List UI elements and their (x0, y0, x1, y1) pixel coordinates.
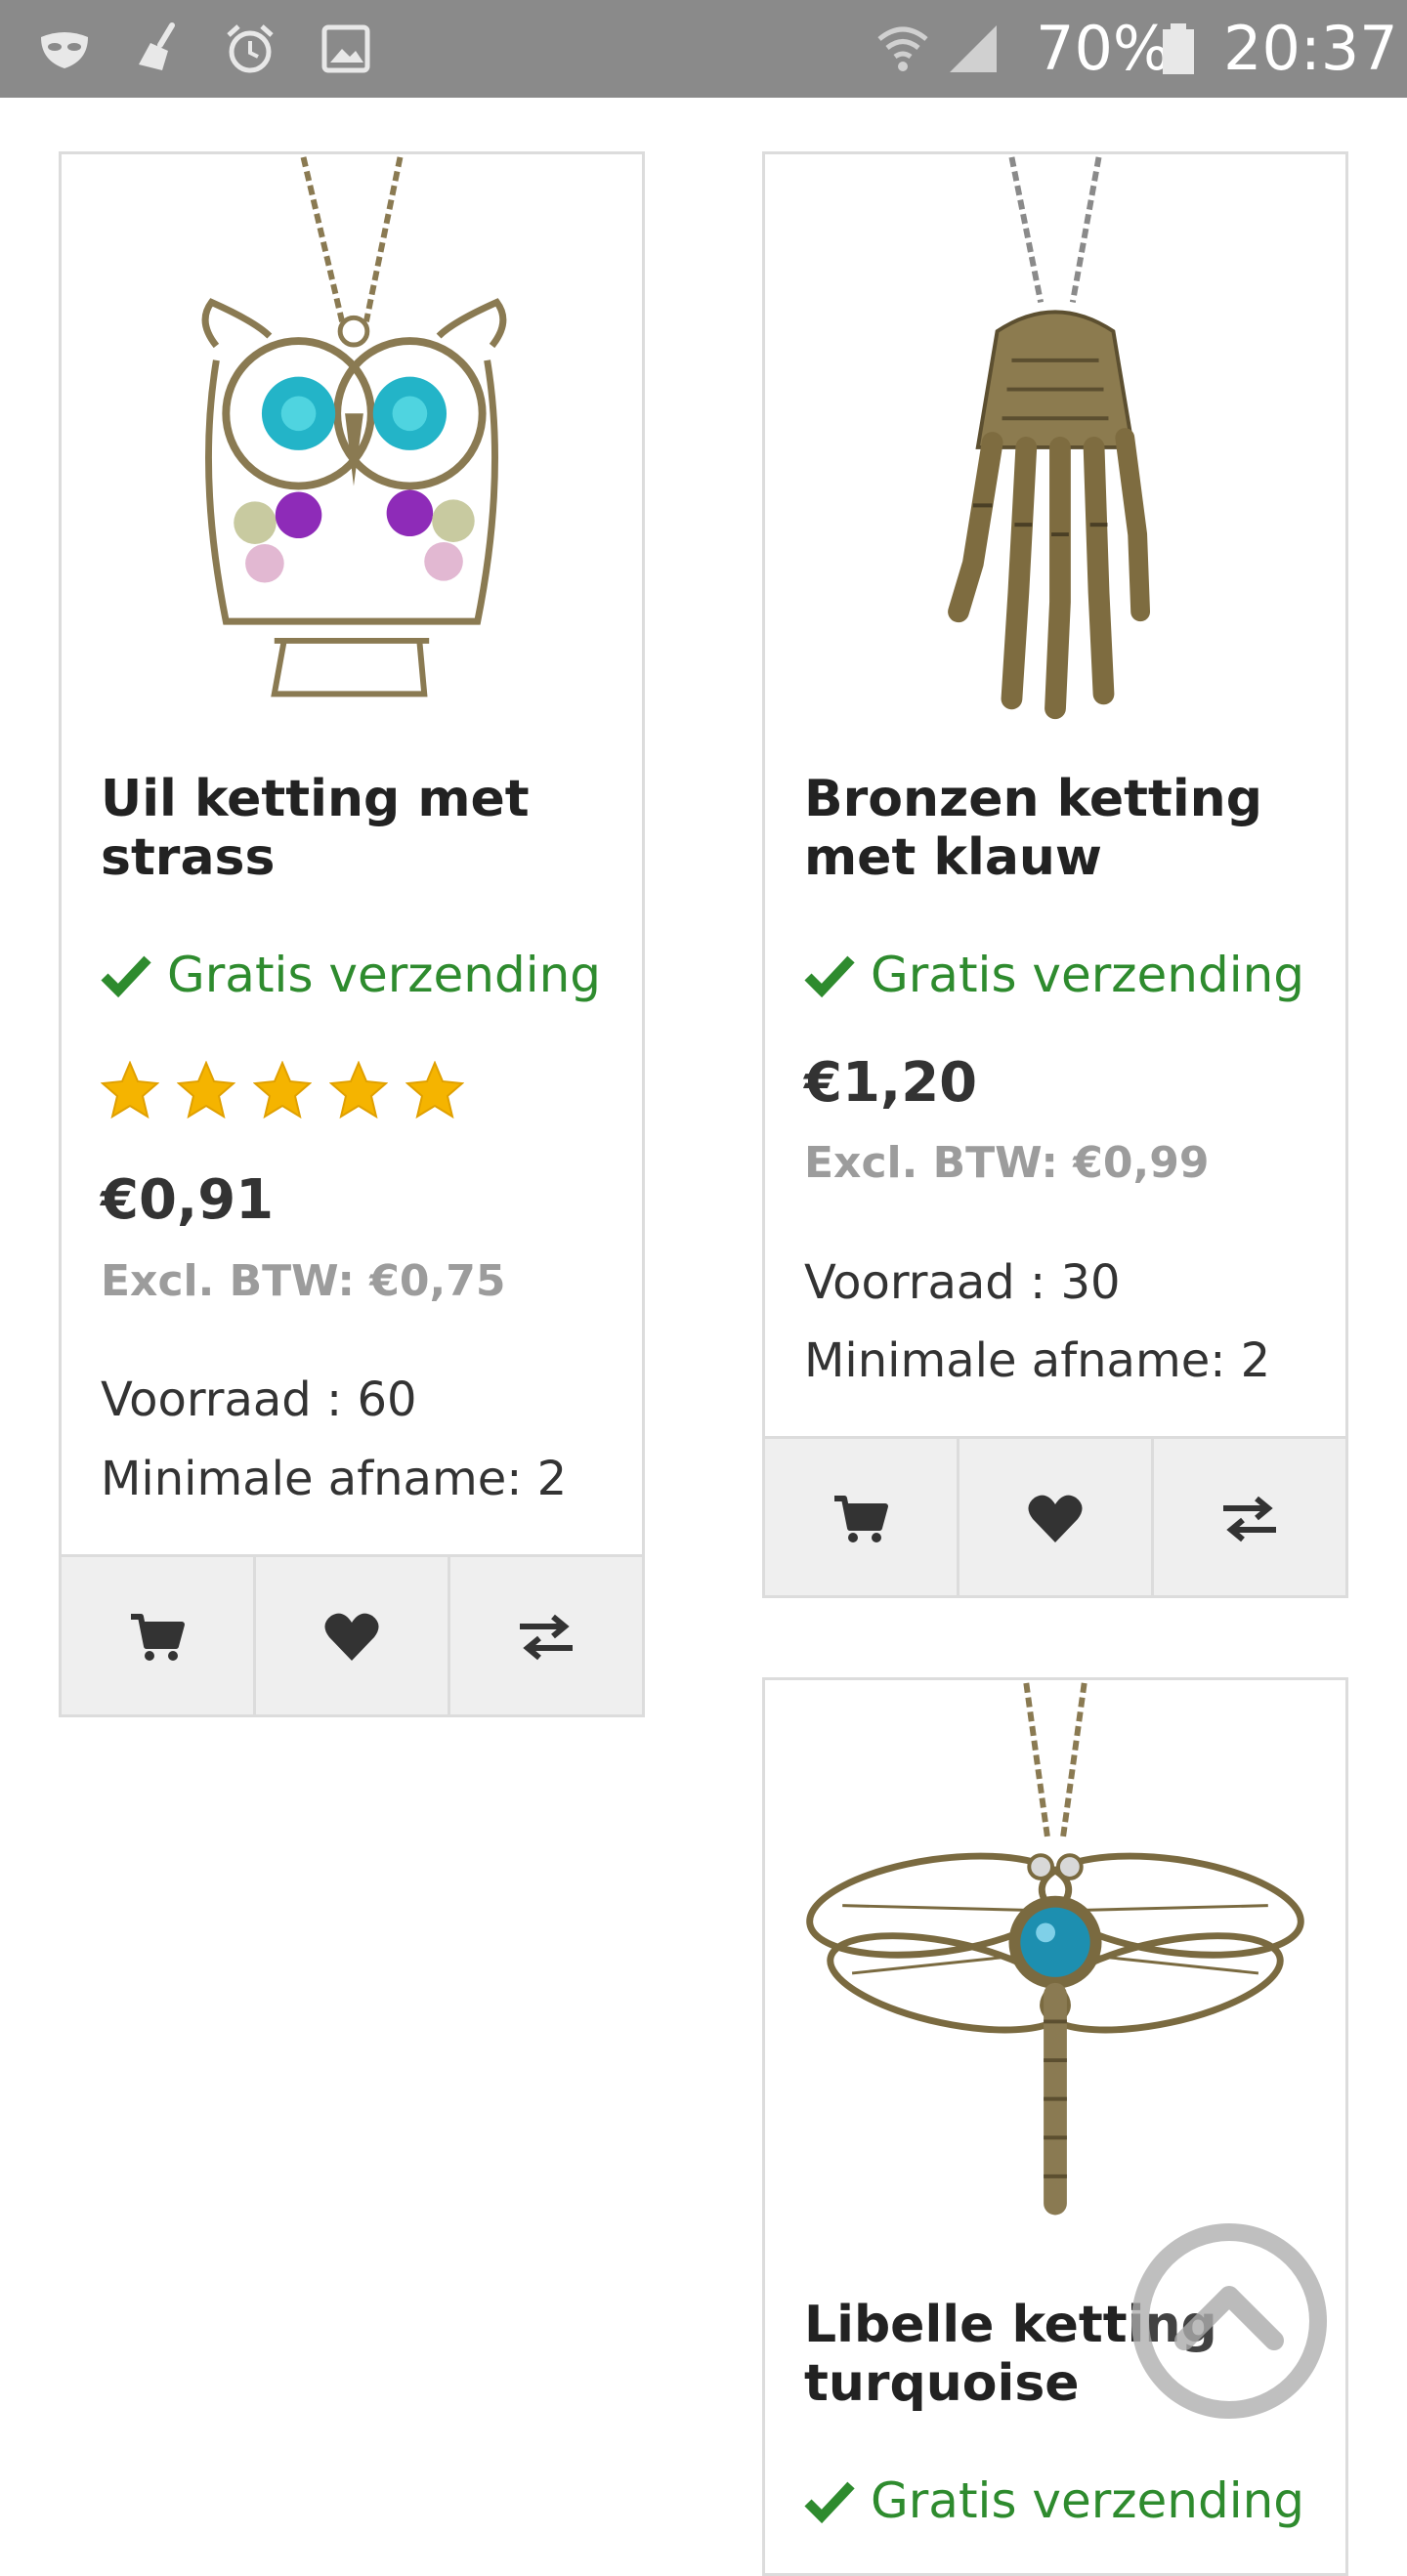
check-icon (804, 955, 855, 998)
cart-icon (131, 1614, 185, 1661)
mask-icon (41, 32, 88, 68)
price: €0,91 (101, 1168, 275, 1232)
wishlist-button[interactable] (256, 1557, 450, 1714)
minimum-order: Minimale afname: 2 (101, 1452, 568, 1506)
rating-stars (101, 1061, 491, 1119)
image-icon (321, 24, 370, 73)
product-card: Libelle ketting turquoise Gratis verzend… (762, 1677, 1348, 2576)
price: €1,20 (804, 1051, 978, 1115)
check-icon (804, 2481, 855, 2524)
claw-necklace-image[interactable] (765, 154, 1345, 731)
battery-icon (1163, 23, 1194, 74)
heart-icon (324, 1613, 379, 1661)
add-to-cart-button[interactable] (62, 1557, 256, 1714)
free-shipping: Gratis verzending (804, 2470, 1312, 2532)
product-actions (62, 1554, 642, 1714)
heart-icon (1028, 1495, 1083, 1542)
cart-icon (834, 1496, 888, 1542)
free-shipping: Gratis verzending (804, 944, 1312, 1006)
product-card: Uil ketting met strass Gratis verzending… (59, 151, 645, 1717)
wifi-icon (877, 26, 928, 71)
compare-icon (1223, 1496, 1276, 1542)
price-excl-vat: Excl. BTW: €0,75 (101, 1256, 506, 1306)
stock: Voorraad : 30 (804, 1255, 1121, 1310)
product-card: Bronzen ketting met klauw Gratis verzend… (762, 151, 1348, 1598)
star-icon (177, 1061, 235, 1119)
alarm-icon (227, 24, 274, 73)
free-shipping-label: Gratis verzending (167, 947, 602, 1003)
star-icon (329, 1061, 388, 1119)
owl-necklace-image[interactable] (62, 154, 642, 731)
signal-icon (950, 25, 997, 72)
free-shipping-label: Gratis verzending (871, 2472, 1305, 2529)
stock: Voorraad : 60 (101, 1372, 417, 1427)
free-shipping-label: Gratis verzending (871, 947, 1305, 1003)
check-icon (101, 955, 151, 998)
free-shipping: Gratis verzending (101, 944, 609, 1006)
product-title[interactable]: Bronzen ketting met klauw (804, 770, 1312, 887)
battery-percent: 70% (1036, 13, 1171, 84)
product-actions (765, 1436, 1345, 1595)
star-icon (253, 1061, 312, 1119)
chevron-up-icon (1174, 2286, 1284, 2350)
status-bar: 70% 20:37 (0, 0, 1407, 98)
dragonfly-necklace-image[interactable] (765, 1680, 1345, 2257)
compare-button[interactable] (1154, 1439, 1345, 1595)
scroll-to-top-button[interactable] (1131, 2223, 1327, 2419)
price-excl-vat: Excl. BTW: €0,99 (804, 1138, 1210, 1188)
product-title[interactable]: Uil ketting met strass (101, 770, 609, 887)
wishlist-button[interactable] (959, 1439, 1154, 1595)
broom-icon (139, 22, 175, 70)
minimum-order: Minimale afname: 2 (804, 1333, 1271, 1388)
add-to-cart-button[interactable] (765, 1439, 959, 1595)
compare-button[interactable] (450, 1557, 642, 1714)
compare-icon (520, 1614, 573, 1661)
clock: 20:37 (1223, 13, 1398, 84)
star-icon (405, 1061, 464, 1119)
star-icon (101, 1061, 159, 1119)
